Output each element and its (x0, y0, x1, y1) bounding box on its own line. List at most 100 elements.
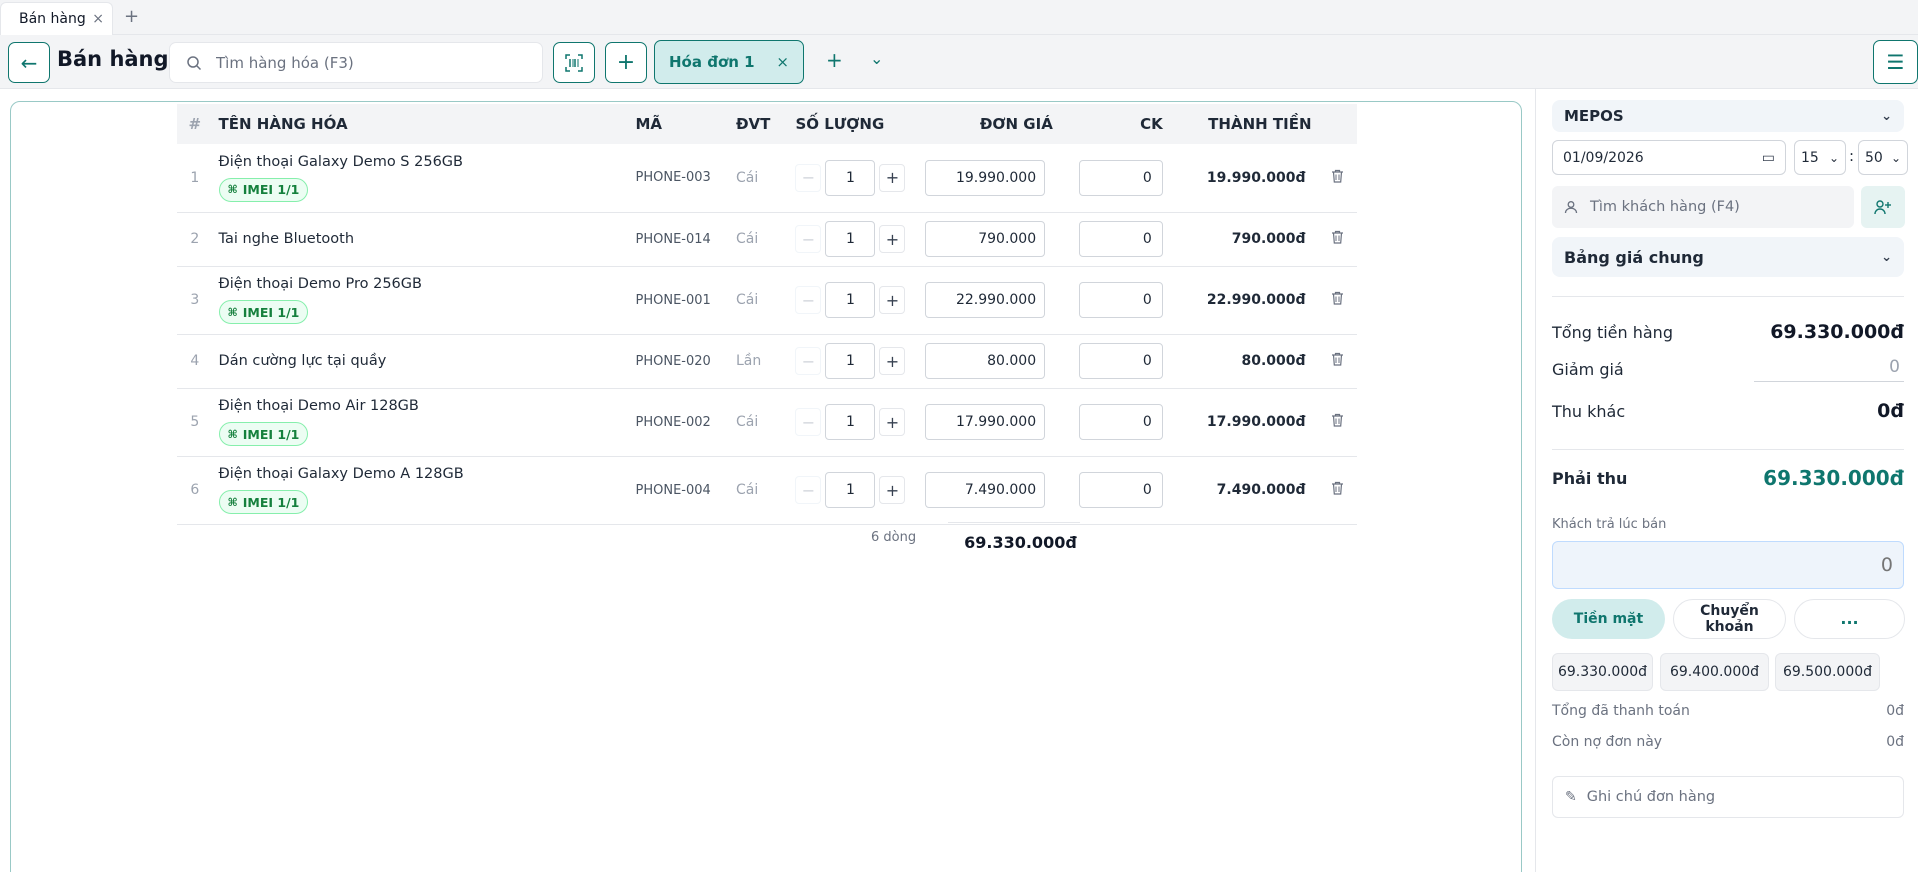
trash-icon[interactable] (1331, 230, 1344, 248)
unit-price-input[interactable] (925, 472, 1046, 508)
product-name[interactable]: Điện thoại Demo Air 128GB (219, 398, 624, 414)
quick-amount-button[interactable]: 69.330.000đ (1552, 653, 1653, 691)
product-cell: Dán cường lực tại quầy (212, 334, 630, 389)
line-discount-input[interactable] (1078, 404, 1163, 440)
amount-due-label: Phải thu (1552, 468, 1628, 488)
date-value: 01/09/2026 (1563, 149, 1644, 166)
imei-icon: ⌘ (227, 495, 238, 509)
unit-price-input[interactable] (925, 159, 1046, 196)
decrease-quantity-button[interactable]: − (795, 476, 822, 504)
quantity-input[interactable] (825, 472, 876, 508)
product-cell: Điện thoại Demo Pro 256GB ⌘ IMEI 1/1 (212, 266, 630, 335)
decrease-quantity-button[interactable]: − (795, 286, 822, 314)
date-picker[interactable]: 01/09/2026 ▭ (1552, 140, 1786, 175)
imei-badge[interactable]: ⌘ IMEI 1/1 (218, 422, 309, 446)
minute-select[interactable]: 50 ⌄ (1858, 140, 1908, 175)
quantity-input[interactable] (825, 404, 876, 440)
pay-cash-button[interactable]: Tiền mặt (1552, 599, 1665, 639)
product-name[interactable]: Điện thoại Galaxy Demo A 128GB (219, 466, 624, 482)
product-code: PHONE-004 (629, 456, 730, 525)
row-index: 2 (177, 212, 213, 267)
product-name[interactable]: Điện thoại Galaxy Demo S 256GB (219, 154, 624, 170)
quick-amount-button[interactable]: 69.400.000đ (1660, 653, 1769, 691)
imei-badge[interactable]: ⌘ IMEI 1/1 (218, 490, 309, 514)
discount-row: Giảm giá 0 (1552, 357, 1904, 382)
divider (1552, 296, 1904, 297)
trash-icon[interactable] (1331, 413, 1344, 431)
quantity-input[interactable] (825, 343, 876, 379)
delete-cell (1317, 266, 1357, 335)
amount-due-row: Phải thu 69.330.000đ (1552, 456, 1904, 500)
quantity-input[interactable] (825, 159, 876, 196)
unit-price-input[interactable] (925, 282, 1046, 318)
line-discount-input[interactable] (1078, 221, 1163, 257)
menu-button[interactable]: ☰ (1873, 40, 1918, 84)
line-discount-input[interactable] (1078, 343, 1163, 379)
increase-quantity-button[interactable]: + (879, 225, 906, 253)
column-header-total: THÀNH TIỀN (1208, 115, 1312, 133)
remaining-debt-value: 0đ (1886, 734, 1904, 750)
hour-select[interactable]: 15 ⌄ (1794, 140, 1846, 175)
increase-quantity-button[interactable]: + (879, 408, 906, 436)
decrease-quantity-button[interactable]: − (795, 163, 822, 192)
pay-more-button[interactable]: ... (1794, 599, 1905, 639)
increase-quantity-button[interactable]: + (879, 163, 906, 192)
barcode-scan-button[interactable] (553, 42, 595, 83)
line-discount-input[interactable] (1078, 472, 1163, 508)
goods-total-row: Tổng tiền hàng 69.330.000đ (1552, 321, 1904, 343)
chevron-down-icon[interactable]: ⌄ (870, 49, 883, 68)
close-icon[interactable]: × (776, 53, 789, 71)
unit-price-input[interactable] (925, 404, 1046, 440)
product-name[interactable]: Điện thoại Demo Pro 256GB (219, 276, 624, 292)
line-discount-input[interactable] (1078, 159, 1163, 196)
back-button[interactable]: ← (8, 42, 50, 83)
decrease-quantity-button[interactable]: − (795, 225, 822, 253)
close-icon[interactable]: × (92, 11, 104, 27)
quantity-input[interactable] (825, 282, 876, 318)
trash-icon[interactable] (1331, 481, 1344, 499)
add-product-button[interactable]: + (605, 42, 647, 83)
price-cell (919, 388, 1059, 457)
add-customer-button[interactable] (1861, 186, 1905, 228)
customer-paid-input[interactable] (1552, 541, 1904, 589)
decrease-quantity-button[interactable]: − (795, 408, 822, 436)
price-list-select[interactable]: Bảng giá chung ⌄ (1552, 237, 1904, 277)
pay-transfer-button[interactable]: Chuyển khoản (1673, 599, 1786, 639)
checkout-panel: MEPOS ⌄ 01/09/2026 ▭ 15 ⌄ : 50 ⌄ Tìm khá… (1535, 89, 1918, 872)
column-header-code: MÃ (635, 115, 663, 133)
table-row: 5 Điện thoại Demo Air 128GB ⌘ IMEI 1/1 PHONE… (177, 388, 1357, 457)
new-invoice-icon[interactable]: + (826, 48, 843, 72)
quantity-input[interactable] (825, 221, 876, 257)
decrease-quantity-button[interactable]: − (795, 347, 822, 375)
line-discount-input[interactable] (1078, 282, 1163, 318)
quick-amount-button[interactable]: 69.500.000đ (1775, 653, 1880, 691)
increase-quantity-button[interactable]: + (879, 347, 906, 375)
price-cell (919, 144, 1059, 213)
cart-summary: 6 dòng 69.330.000đ (871, 522, 1081, 552)
product-search-input[interactable] (216, 53, 516, 72)
unit-price-input[interactable] (925, 221, 1046, 257)
quantity-cell: −+ (789, 388, 920, 457)
hour-value: 15 (1801, 149, 1819, 166)
increase-quantity-button[interactable]: + (879, 286, 906, 314)
product-name[interactable]: Tai nghe Bluetooth (219, 231, 624, 247)
product-search[interactable] (169, 42, 543, 83)
unit-price-input[interactable] (925, 343, 1046, 379)
new-tab-icon[interactable]: + (124, 6, 139, 27)
trash-icon[interactable] (1331, 169, 1344, 187)
imei-badge[interactable]: ⌘ IMEI 1/1 (218, 300, 309, 324)
store-select[interactable]: MEPOS ⌄ (1552, 100, 1904, 132)
tab-invoice-1[interactable]: Hóa đơn 1 × (654, 40, 804, 84)
product-name[interactable]: Dán cường lực tại quầy (219, 353, 624, 369)
discount-input[interactable]: 0 (1754, 357, 1904, 382)
browser-tab-ban-hang[interactable]: Bán hàng × (0, 2, 113, 35)
discount-cell (1058, 388, 1169, 457)
other-fee-label: Thu khác (1552, 401, 1626, 421)
delete-cell (1317, 212, 1357, 267)
imei-badge[interactable]: ⌘ IMEI 1/1 (218, 177, 309, 202)
customer-search[interactable]: Tìm khách hàng (F4) (1552, 186, 1854, 228)
order-note-field[interactable]: ✎ Ghi chú đơn hàng (1552, 776, 1904, 818)
trash-icon[interactable] (1331, 291, 1344, 309)
increase-quantity-button[interactable]: + (879, 476, 906, 504)
trash-icon[interactable] (1331, 352, 1344, 370)
